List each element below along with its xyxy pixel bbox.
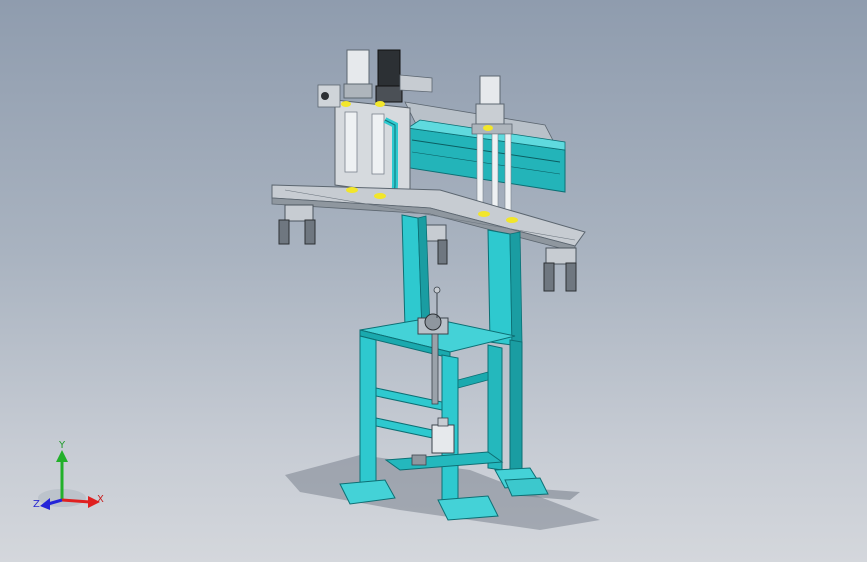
gripper-right (543, 247, 577, 292)
gripper-left (278, 204, 316, 245)
coordinate-triad: Y X Z (28, 440, 118, 520)
machine-assembly-model[interactable] (0, 0, 867, 562)
x-axis-arrow (61, 498, 91, 504)
right-carriage (471, 75, 513, 215)
z-axis-label: Z (33, 499, 40, 510)
transfer-plate (271, 184, 586, 253)
y-axis-label: Y (59, 440, 66, 451)
triad-graphic (38, 450, 100, 510)
x-axis-label: X (97, 494, 104, 505)
cad-viewport[interactable]: Y X Z (0, 0, 867, 562)
